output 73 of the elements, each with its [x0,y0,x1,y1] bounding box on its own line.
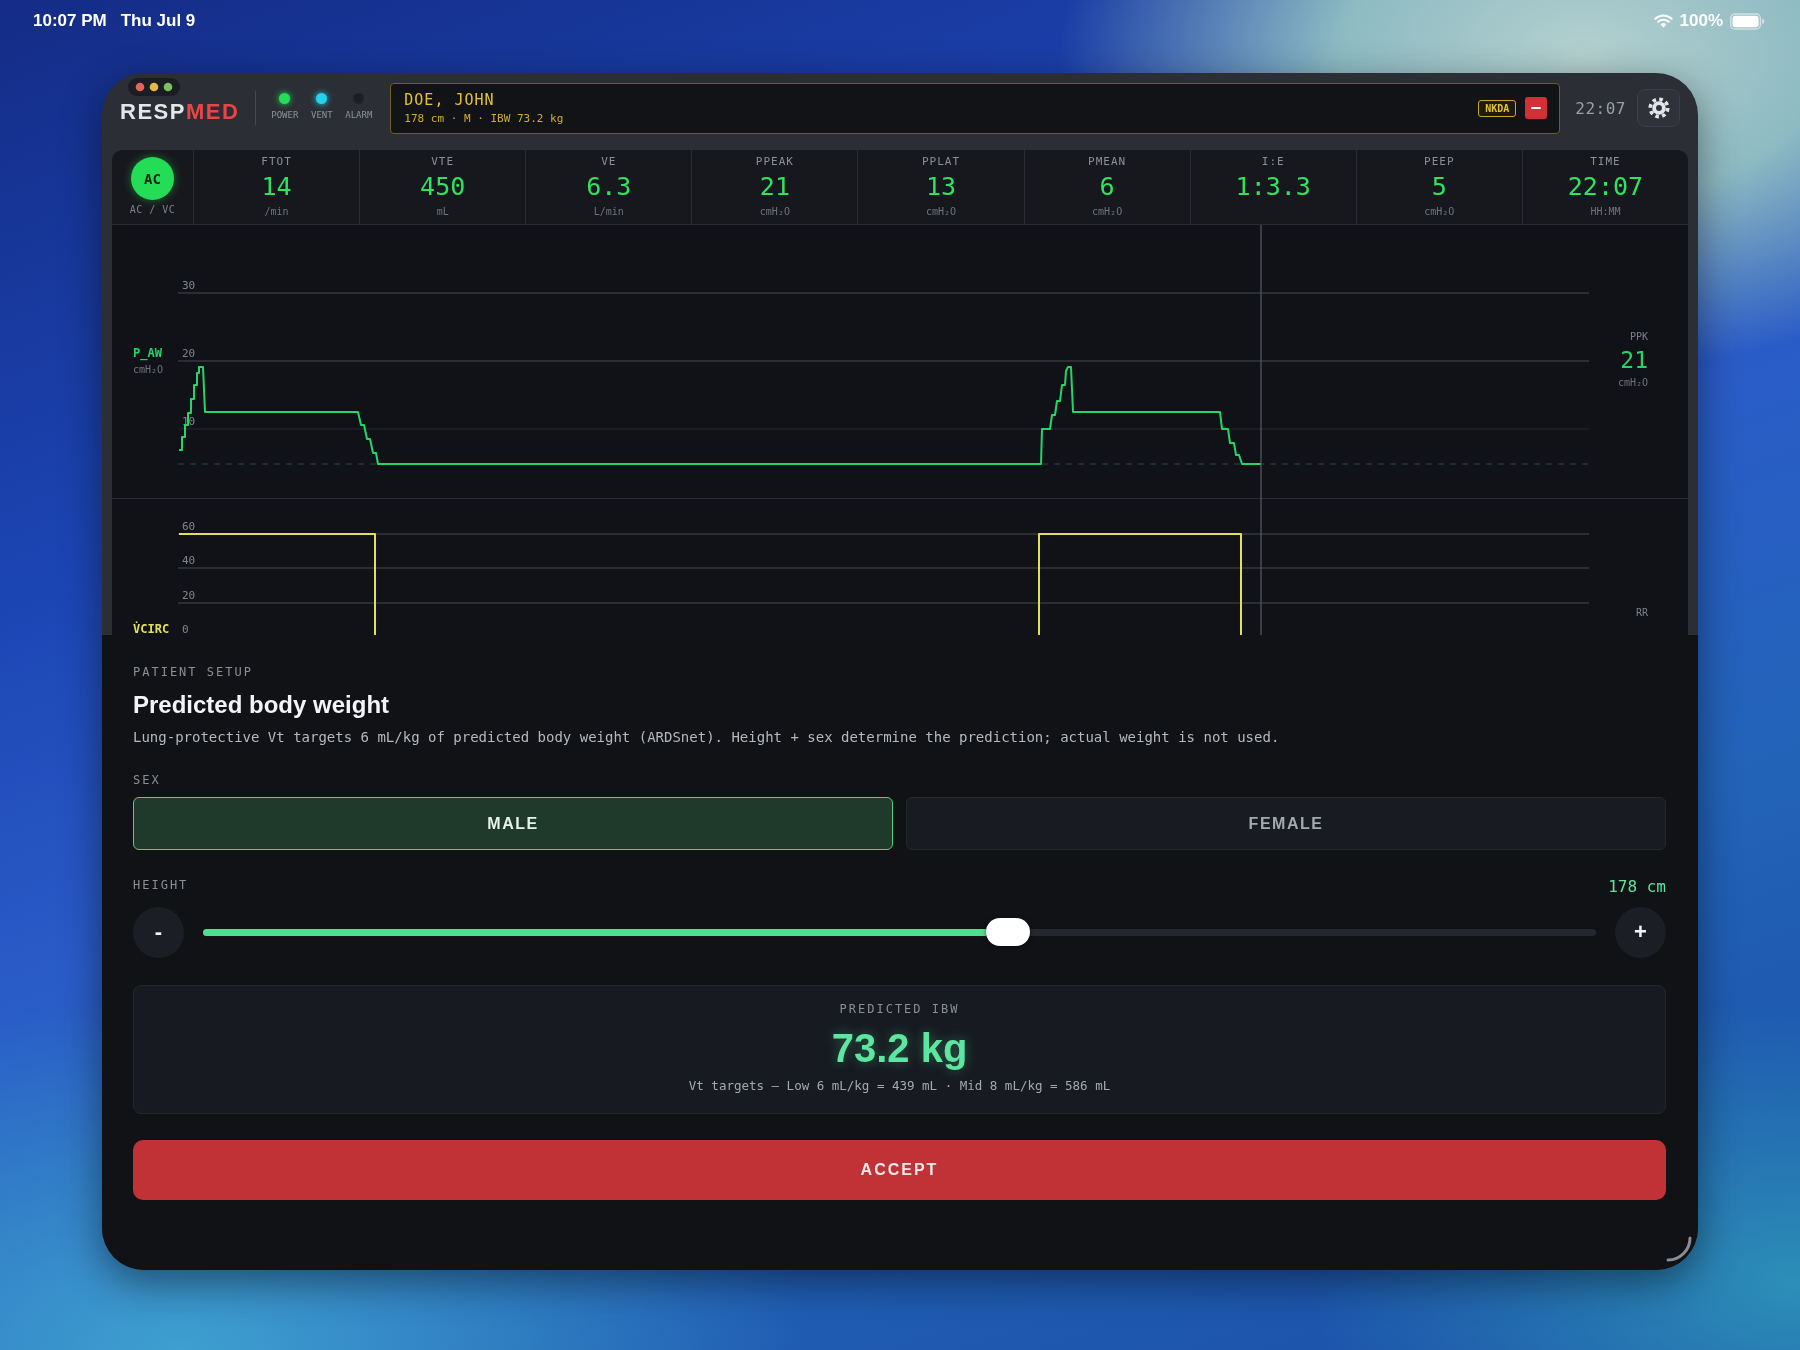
readout-value: 21 [1620,347,1648,373]
patient-banner[interactable]: DOE, JOHN 178 cm · M · IBW 73.2 kg NKDA [390,82,1561,134]
metric-label: TIME [1590,155,1621,169]
axis-tick-label: 30 [182,279,196,292]
metric-value: 450 [420,172,466,202]
readout-label: RR [1635,607,1648,619]
decrease-button[interactable]: - [133,906,184,958]
metric-label: PEEP [1424,155,1455,169]
metric-label: FTOT [261,155,292,169]
field-label: SEX [133,772,161,788]
readout-label: PPK [1629,331,1648,343]
status-date: Thu Jul 9 [120,11,196,31]
metric-value: 5 [1431,172,1447,202]
window-controls-icon[interactable] [128,78,180,96]
wifi-icon [1653,14,1673,28]
vt-targets-text: Vt targets — Low 6 mL/kg = 439 mL · Mid 8 mL/kg = 586 mL [688,1078,1111,1094]
settings-icon [1647,97,1670,119]
metric-label: VTE [431,155,455,169]
metric-value: 6 [1099,172,1115,202]
indicator-label: VENT [310,109,333,120]
indicator-label: POWER [271,109,299,120]
mode-label: AC / VC [129,204,176,215]
metric-unit: cmH₂O [759,206,790,218]
remove-button[interactable] [1525,97,1548,119]
field-label: HEIGHT [133,877,189,893]
sex-option-button[interactable]: MALE [133,797,893,850]
patient-name: DOE, JOHN [404,91,496,109]
metric-unit: cmH₂O [1092,206,1123,218]
waveform-label: V̇CIRC [133,622,170,635]
metric-unit: cmH₂O [1424,206,1455,218]
axis-tick-label: 20 [182,347,196,360]
minus-icon [1531,107,1542,109]
ibw-value: 73.2 kg [831,1025,968,1071]
waveform-label: P_AW [133,346,162,360]
metric-value: 22:07 [1567,172,1644,202]
battery-icon [1730,12,1765,30]
section-label: PATIENT SETUP [133,664,253,680]
app-logo: RESPMED [120,100,240,124]
metric-label: PPLAT [921,155,961,169]
metric-label: VE [601,155,617,169]
metric-value: 6.3 [586,172,632,202]
resize-handle-icon[interactable] [1666,1236,1692,1262]
allergy-badge: NKDA [1478,99,1517,117]
metric-label: I:E [1261,155,1285,169]
mode-badge[interactable]: AC [131,157,174,200]
metric-value: 21 [759,172,790,202]
metric-value: 1:3.3 [1235,172,1311,202]
status-time: 10:07 PM [33,11,107,31]
metric-unit: L/min [593,206,624,218]
indicator-label: ALARM [345,109,373,120]
metric-value: 13 [925,172,957,202]
header-clock: 22:07 [1575,98,1626,118]
accept-button[interactable]: ACCEPT [133,1140,1666,1200]
sex-option-button[interactable]: FEMALE [906,797,1666,850]
height-reading: 178 cm [1608,877,1666,897]
metric-unit: /min [264,206,289,218]
result-label: PREDICTED IBW [839,1001,960,1017]
patient-details: 178 cm · M · IBW 73.2 kg [404,112,565,125]
sheet-title: Predicted body weight [133,690,390,720]
battery-percentage: 100% [1679,11,1723,31]
metric-unit: cmH₂O [925,206,957,218]
increase-button[interactable]: + [1615,906,1666,958]
slider-thumb[interactable] [986,917,1031,946]
metric-unit: HH:MM [1590,206,1621,218]
metric-unit: mL [436,206,449,218]
metric-label: PMEAN [1088,155,1127,169]
sheet-description: Lung-protective Vt targets 6 mL/kg of predicted body weight (ARDSnet). Height + sex determine the prediction; actual weight is not used. [133,728,1280,746]
metric-value: 14 [261,172,292,202]
metric-label: PPEAK [755,155,794,169]
readout-unit: cmH₂O [1617,377,1648,389]
axis-tick-label: 60 [182,520,196,533]
settings-button[interactable] [1637,89,1680,127]
waveform-unit: cmH₂O [133,364,164,376]
